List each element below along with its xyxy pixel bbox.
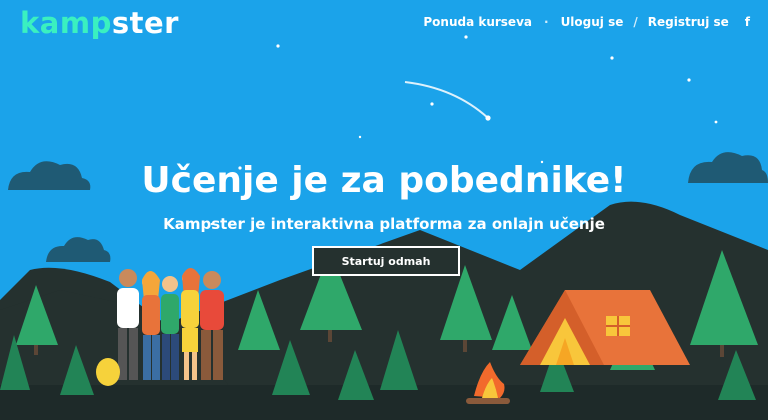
nav-separator-slash: / <box>633 15 638 29</box>
nav-link-register[interactable]: Registruj se <box>648 15 729 29</box>
hero-title: Učenje je za pobednike! <box>141 160 627 201</box>
logo[interactable]: kampster <box>20 6 179 40</box>
logo-part-1: kamp <box>20 6 112 40</box>
start-now-button[interactable]: Startuj odmah <box>312 246 460 276</box>
facebook-icon[interactable]: f <box>745 15 750 29</box>
nav-separator-dot: · <box>544 15 549 29</box>
nav-link-courses[interactable]: Ponuda kurseva <box>423 15 532 29</box>
hero-illustration <box>0 0 768 420</box>
top-nav: kampster Ponuda kurseva · Uloguj se / Re… <box>0 0 768 48</box>
logo-part-2: ster <box>111 6 179 40</box>
hero-subtitle: Kampster je interaktivna platforma za on… <box>163 215 605 233</box>
nav-menu: Ponuda kurseva · Uloguj se / Registruj s… <box>423 15 750 29</box>
nav-link-login[interactable]: Uloguj se <box>561 15 624 29</box>
